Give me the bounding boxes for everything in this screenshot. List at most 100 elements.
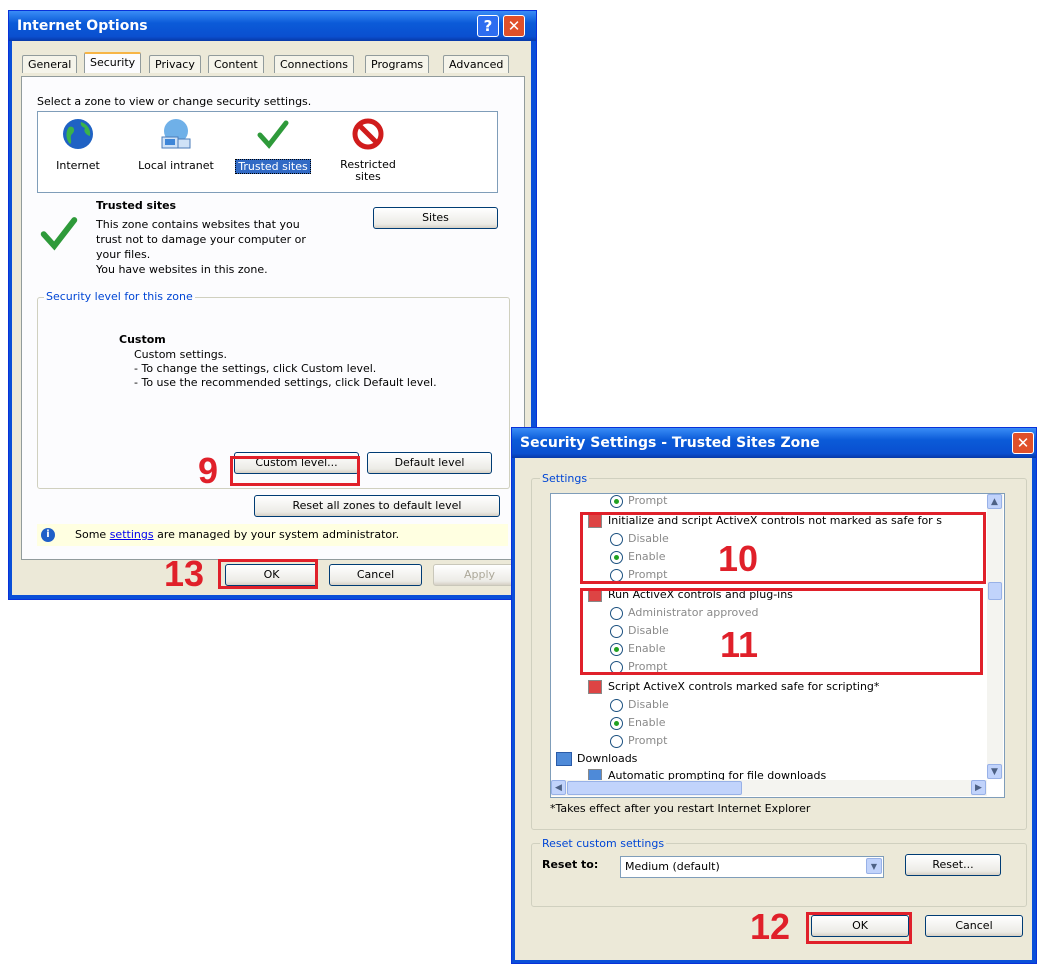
title-bar: Internet Options: [9, 11, 536, 41]
radio-option[interactable]: Disable: [610, 698, 669, 712]
zone-description-line: You have websites in this zone.: [96, 263, 268, 276]
radio-button[interactable]: [610, 734, 623, 748]
close-button[interactable]: ✕: [1012, 432, 1034, 454]
tab-programs[interactable]: Programs: [365, 55, 430, 73]
question-icon: ?: [483, 17, 493, 35]
dialog-body: General Security Privacy Content Connect…: [12, 41, 531, 595]
description-line: Custom settings.: [134, 348, 228, 361]
zone-description-line: your files.: [96, 248, 151, 261]
description-line: - To change the settings, click Custom l…: [134, 362, 377, 375]
option-label: Disable: [628, 698, 669, 711]
security-tab-panel: Select a zone to view or change security…: [21, 76, 525, 560]
setting-item[interactable]: Script ActiveX controls marked safe for …: [588, 680, 879, 694]
checkmark-icon: [40, 217, 78, 251]
globe-icon: [63, 119, 93, 149]
callout-number: 9: [198, 450, 219, 491]
tab-privacy[interactable]: Privacy: [149, 55, 201, 73]
chevron-down-icon[interactable]: ▼: [866, 858, 882, 874]
callout-number: 11: [720, 624, 759, 665]
window-title: Security Settings - Trusted Sites Zone: [520, 435, 820, 451]
callout-box-ok: [218, 559, 318, 589]
radio-button[interactable]: [610, 716, 623, 730]
zone-internet[interactable]: Internet: [48, 117, 108, 172]
scroll-left-icon[interactable]: ◀: [551, 780, 566, 795]
setting-category[interactable]: Downloads: [556, 752, 637, 766]
cancel-button[interactable]: Cancel: [925, 915, 1023, 937]
info-text: Some settings are managed by your system…: [75, 524, 399, 546]
vertical-scrollbar[interactable]: ▲ ▼: [987, 494, 1003, 779]
group-title: Security level for this zone: [44, 290, 195, 303]
sites-button[interactable]: Sites: [373, 207, 498, 229]
scroll-right-icon[interactable]: ▶: [971, 780, 986, 795]
help-button[interactable]: ?: [477, 15, 499, 37]
zone-heading: Trusted sites: [96, 199, 177, 212]
intranet-icon: [161, 119, 191, 149]
category-label: Downloads: [577, 752, 638, 765]
zone-label: Trusted sites: [235, 159, 311, 174]
zone-label: Restricted sites: [340, 158, 396, 183]
title-bar: Security Settings - Trusted Sites Zone: [512, 428, 1036, 458]
close-button[interactable]: ✕: [503, 15, 525, 37]
zone-prompt: Select a zone to view or change security…: [37, 95, 312, 108]
no-entry-icon: [352, 118, 384, 150]
radio-button[interactable]: [610, 494, 623, 508]
callout-number: 13: [164, 553, 205, 594]
tab-advanced[interactable]: Advanced: [443, 55, 510, 73]
zone-label: Local intranet: [138, 159, 214, 172]
callout-number: 12: [750, 906, 791, 947]
scroll-up-icon[interactable]: ▲: [987, 494, 1002, 509]
close-icon: ✕: [1016, 434, 1030, 452]
tab-strip: General Security Privacy Content Connect…: [22, 52, 527, 77]
checkmark-icon: [257, 120, 289, 149]
security-level-description: Custom settings. - To change the setting…: [134, 348, 437, 390]
callout-box-initialize-activex: [580, 512, 986, 584]
zone-label: Internet: [56, 159, 100, 172]
setting-label: Script ActiveX controls marked safe for …: [608, 680, 880, 693]
security-settings-window: Security Settings - Trusted Sites Zone ✕…: [511, 427, 1037, 964]
info-bar: i Some settings are managed by your syst…: [37, 524, 508, 546]
settings-link[interactable]: settings: [110, 528, 154, 541]
option-label: Prompt: [628, 494, 668, 507]
radio-option[interactable]: Prompt: [610, 734, 667, 748]
group-title: Reset custom settings: [540, 837, 667, 850]
downloads-icon: [556, 752, 572, 766]
default-level-button[interactable]: Default level: [367, 452, 492, 474]
info-text-part: Some: [75, 528, 110, 541]
scroll-down-icon[interactable]: ▼: [987, 764, 1002, 779]
zone-trusted-sites[interactable]: Trusted sites: [228, 117, 318, 174]
zone-description-line: This zone contains websites that you: [96, 218, 300, 231]
tab-security[interactable]: Security: [84, 52, 142, 73]
reset-to-label: Reset to:: [542, 858, 599, 871]
option-label: Prompt: [628, 734, 668, 747]
horizontal-scrollbar[interactable]: ◀ ▶: [551, 780, 987, 796]
scroll-thumb[interactable]: [567, 781, 742, 795]
tab-connections[interactable]: Connections: [274, 55, 354, 73]
group-title: Settings: [540, 472, 590, 485]
tab-general[interactable]: General: [22, 55, 78, 73]
info-text-part: are managed by your system administrator…: [153, 528, 400, 541]
zone-restricted-sites[interactable]: Restricted sites: [338, 117, 398, 183]
tab-content[interactable]: Content: [208, 55, 264, 73]
zone-description: This zone contains websites that you tru…: [96, 217, 306, 277]
window-title: Internet Options: [17, 18, 148, 34]
radio-option[interactable]: Prompt: [610, 494, 667, 508]
callout-number: 10: [718, 538, 759, 579]
option-label: Enable: [628, 716, 666, 729]
zone-list: Internet Local intranet Trusted sites Re…: [37, 111, 498, 193]
internet-options-window: Internet Options ? ✕ General Security Pr…: [8, 10, 537, 600]
scroll-thumb[interactable]: [988, 582, 1002, 600]
reset-all-zones-button[interactable]: Reset all zones to default level: [254, 495, 500, 517]
radio-option[interactable]: Enable: [610, 716, 665, 730]
settings-icon: [588, 680, 602, 694]
zone-local-intranet[interactable]: Local intranet: [136, 117, 216, 172]
callout-box-ok: [806, 912, 912, 944]
restart-note: *Takes effect after you restart Internet…: [550, 802, 811, 815]
description-line: - To use the recommended settings, click…: [134, 376, 437, 389]
zone-description-line: trust not to damage your computer or: [96, 233, 306, 246]
security-level-name: Custom: [119, 333, 166, 346]
callout-box-run-activex: [580, 588, 983, 675]
reset-to-select[interactable]: Medium (default) ▼: [620, 856, 884, 878]
radio-button[interactable]: [610, 698, 623, 712]
reset-button[interactable]: Reset...: [905, 854, 1001, 876]
cancel-button[interactable]: Cancel: [329, 564, 422, 586]
